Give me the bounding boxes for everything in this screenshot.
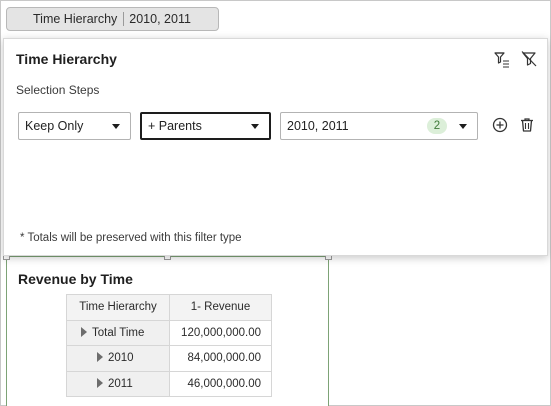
row-header-total-time[interactable]: Total Time: [66, 319, 170, 346]
table-row: 2011 46,000,000.00: [66, 370, 272, 397]
clear-filter-icon[interactable]: [520, 50, 538, 68]
totals-footnote: * Totals will be preserved with this fil…: [20, 232, 242, 244]
member-count-badge: 2: [427, 118, 447, 134]
filter-options-icon[interactable]: [493, 50, 511, 68]
members-select[interactable]: 2010, 2011 2: [280, 112, 478, 140]
revenue-cell: 120,000,000.00: [169, 319, 272, 346]
column-header-revenue[interactable]: 1- Revenue: [169, 294, 272, 321]
members-select-value: 2010, 2011: [287, 119, 349, 133]
revenue-by-time-view[interactable]: Revenue by Time Time Hierarchy 1- Revenu…: [3, 253, 332, 406]
delete-step-icon[interactable]: [518, 116, 536, 134]
selection-steps-label: Selection Steps: [16, 83, 100, 97]
filter-chip-value: 2010, 2011: [129, 12, 191, 26]
action-select-value: Keep Only: [25, 119, 84, 133]
chevron-down-icon: [459, 123, 467, 129]
expand-icon[interactable]: [97, 352, 103, 363]
expand-icon[interactable]: [81, 326, 87, 337]
relation-select-value: + Parents: [148, 119, 202, 133]
filter-chip-label: Time Hierarchy: [33, 12, 118, 26]
add-step-icon[interactable]: [491, 116, 509, 134]
filter-popup: Time Hierarchy Selection Steps Keep Only…: [3, 38, 548, 256]
row-header-2011[interactable]: 2011: [66, 370, 170, 397]
row-label: 2010: [108, 352, 134, 365]
row-label: 2011: [108, 377, 133, 390]
action-select[interactable]: Keep Only: [18, 112, 131, 140]
relation-select[interactable]: + Parents: [140, 112, 271, 140]
row-header-2010[interactable]: 2010: [66, 345, 170, 372]
revenue-cell: 46,000,000.00: [169, 370, 272, 397]
popup-title: Time Hierarchy: [16, 51, 117, 67]
column-header-time-hierarchy[interactable]: Time Hierarchy: [66, 294, 170, 321]
revenue-cell: 84,000,000.00: [169, 345, 272, 372]
table-header-row: Time Hierarchy 1- Revenue: [66, 294, 272, 321]
revenue-table: Time Hierarchy 1- Revenue Total Time 120…: [66, 294, 272, 397]
row-label: Total Time: [92, 326, 145, 339]
expand-icon[interactable]: [97, 377, 103, 388]
report-title: Revenue by Time: [18, 271, 133, 287]
chevron-down-icon: [112, 123, 120, 129]
table-row: 2010 84,000,000.00: [66, 345, 272, 372]
chevron-down-icon: [251, 123, 259, 129]
time-hierarchy-filter-chip[interactable]: Time Hierarchy 2010, 2011: [6, 7, 219, 31]
table-row: Total Time 120,000,000.00: [66, 319, 272, 346]
